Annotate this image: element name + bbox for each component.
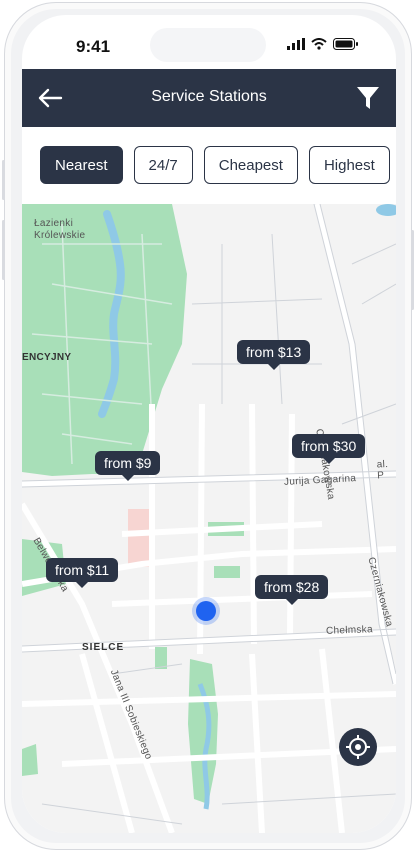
district-label-top: ENCYJNY <box>22 352 72 363</box>
side-button <box>2 220 5 280</box>
page-title: Service Stations <box>151 88 267 105</box>
status-time: 9:41 <box>76 37 111 56</box>
station-pin[interactable]: from $30 <box>292 434 366 464</box>
station-pin[interactable]: from $9 <box>95 451 161 481</box>
park-label: Łazienki Królewskie <box>34 218 85 242</box>
district-label-bottom: SIELCE <box>82 642 125 653</box>
station-pin[interactable]: from $28 <box>255 575 329 605</box>
status-icons <box>287 38 358 50</box>
park-label-line2: Królewskie <box>34 230 86 241</box>
street-label-chelmska: Chełmska <box>325 624 374 637</box>
filter-icon[interactable] <box>356 85 380 111</box>
side-button <box>411 230 414 310</box>
map-view[interactable]: Łazienki Królewskie ENCYJNY SIELCE Jurij… <box>22 204 396 833</box>
park-label-line1: Łazienki <box>34 218 74 229</box>
station-pin[interactable]: from $11 <box>46 558 119 588</box>
station-pin[interactable]: from $13 <box>237 340 311 370</box>
wifi-icon <box>311 38 327 50</box>
screen: 9:41 Service Stations Nearest 24/7 Cheap… <box>22 15 396 833</box>
chip-cheapest[interactable]: Cheapest <box>203 146 298 184</box>
dynamic-island <box>150 28 266 62</box>
chip-highest[interactable]: Highest <box>308 146 390 184</box>
street-label-al: al. P <box>376 458 389 482</box>
app-header: Service Stations <box>22 69 396 127</box>
side-button <box>2 160 5 200</box>
chip-24-7[interactable]: 24/7 <box>133 146 193 184</box>
status-bar: 9:41 <box>22 15 396 71</box>
crosshair-icon <box>346 735 370 759</box>
filter-chips: Nearest 24/7 Cheapest Highest <box>40 146 390 184</box>
locate-me-button[interactable] <box>339 728 377 766</box>
user-location-marker <box>196 601 216 621</box>
chip-nearest[interactable]: Nearest <box>40 146 123 184</box>
signal-icon <box>287 38 305 50</box>
battery-icon <box>333 38 358 50</box>
